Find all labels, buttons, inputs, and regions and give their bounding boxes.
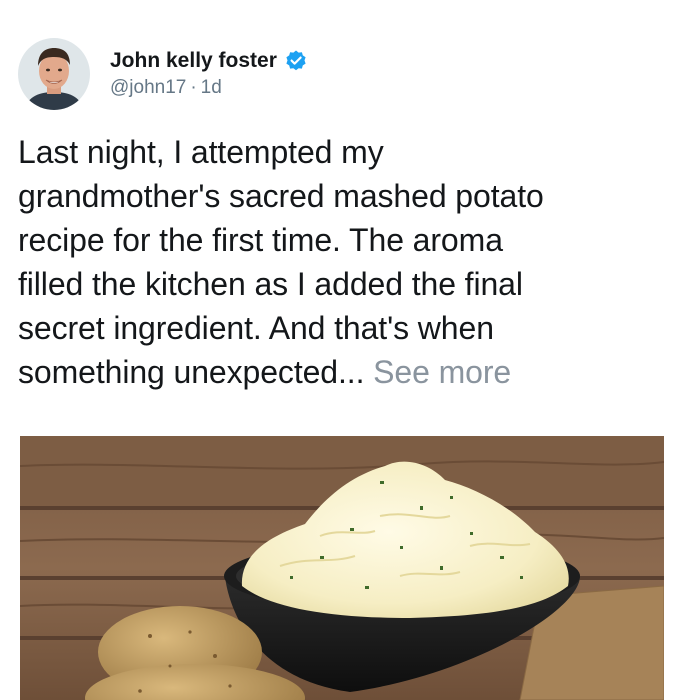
avatar[interactable] [18, 38, 90, 110]
timestamp[interactable]: 1d [201, 77, 222, 98]
post-image[interactable] [20, 436, 664, 700]
post-header: John kelly foster @john17 · 1d [18, 38, 308, 110]
post-card: John kelly foster @john17 · 1d Last night,… [0, 0, 700, 700]
post-text-line: recipe for the first time. The aroma [18, 222, 503, 258]
post-text-line: filled the kitchen as I added the final [18, 266, 523, 302]
meta-row: @john17 · 1d [110, 76, 308, 100]
post-text-line: secret ingredient. And that's when [18, 310, 494, 346]
display-name[interactable]: John kelly foster [110, 48, 277, 74]
see-more-link[interactable]: See more [373, 354, 511, 390]
verified-badge-icon [284, 49, 308, 73]
post-text-line: something unexpected... [18, 354, 365, 390]
handle[interactable]: @john17 [110, 77, 186, 98]
meta-separator: · [190, 77, 197, 98]
post-text: Last night, I attempted my grandmother's… [18, 130, 688, 394]
post-text-line: Last night, I attempted my [18, 134, 384, 170]
post-text-last-line: something unexpected... See more [18, 350, 688, 394]
name-row: John kelly foster [110, 48, 308, 74]
author-info: John kelly foster @john17 · 1d [110, 48, 308, 100]
mashed-potatoes-photo-icon [20, 436, 664, 700]
post-text-line: grandmother's sacred mashed potato [18, 178, 544, 214]
